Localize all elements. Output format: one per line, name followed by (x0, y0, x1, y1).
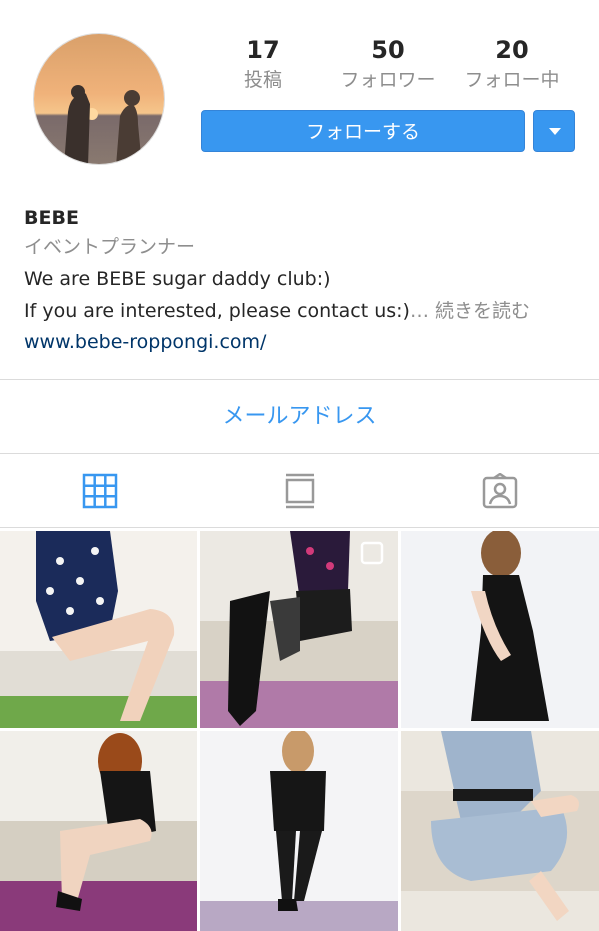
tab-feed[interactable] (200, 453, 400, 528)
profile-header: 17 投稿 50 フォロワー 20 フォロー中 フォローする (0, 0, 599, 190)
photo-tile[interactable] (0, 531, 197, 728)
photo-tile[interactable] (401, 731, 599, 931)
read-more-link[interactable]: … 続きを読む (410, 300, 530, 322)
tab-grid[interactable] (0, 453, 200, 528)
photo-tile[interactable] (401, 531, 599, 728)
tab-tagged[interactable] (400, 453, 599, 528)
posts-stat: 17 投稿 (208, 34, 318, 94)
profile-category: イベントプランナー (24, 236, 196, 258)
profile-bio: BEBE イベントプランナー We are BEBE sugar daddy c… (24, 204, 584, 358)
followers-stat[interactable]: 50 フォロワー (333, 34, 443, 94)
chevron-down-icon (549, 128, 561, 135)
email-button[interactable]: メールアドレス (0, 380, 599, 453)
following-label: フォロー中 (464, 69, 560, 91)
bio-line-2: If you are interested, please contact us… (24, 295, 584, 327)
bio-line-2-text: If you are interested, please contact us… (24, 300, 410, 322)
grid-icon (82, 473, 118, 508)
suggestions-dropdown-button[interactable] (533, 110, 575, 152)
photo-tile[interactable] (0, 731, 197, 931)
posts-label: 投稿 (243, 69, 282, 91)
photo-tile[interactable] (200, 731, 398, 931)
profile-name: BEBE (24, 207, 79, 229)
following-stat[interactable]: 20 フォロー中 (457, 34, 567, 94)
feed-icon (285, 473, 315, 508)
photo-grid (0, 528, 599, 931)
tagged-icon (482, 472, 518, 508)
follow-button[interactable]: フォローする (201, 110, 525, 152)
photo-tile[interactable] (200, 531, 398, 728)
followers-label: フォロワー (340, 69, 436, 91)
posts-count: 17 (246, 36, 280, 64)
avatar[interactable] (33, 33, 165, 165)
following-count: 20 (495, 36, 529, 64)
website-link[interactable]: www.bebe-roppongi.com/ (24, 327, 584, 358)
bio-line-1: We are BEBE sugar daddy club:) (24, 268, 331, 290)
profile-tabs (0, 453, 599, 528)
followers-count: 50 (371, 36, 405, 64)
